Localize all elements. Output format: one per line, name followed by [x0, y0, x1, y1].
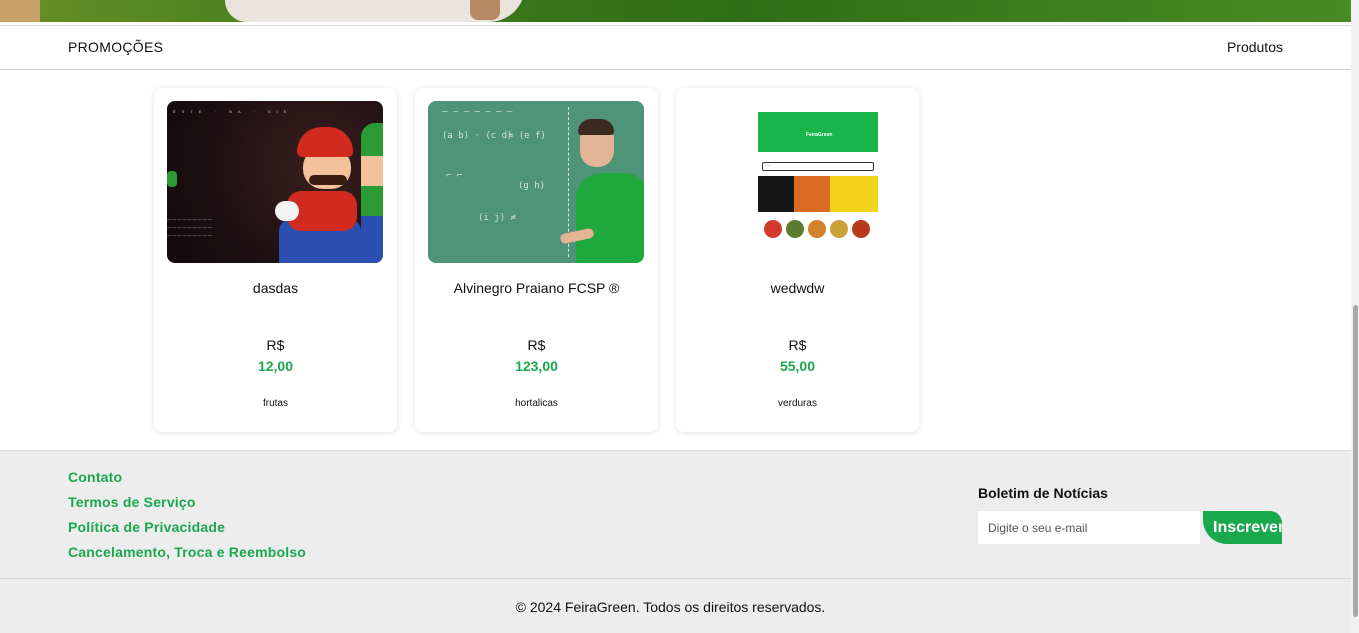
products-link[interactable]: Produtos — [1227, 39, 1283, 55]
product-name: dasdas — [252, 280, 299, 296]
category-header: PROMOÇÕES Produtos — [0, 25, 1351, 70]
product-image[interactable]: ESTE · NA · SIE — — — — — — — — — — — — —… — [167, 101, 383, 263]
product-category: verduras — [778, 398, 817, 409]
product-name: wedwdw — [770, 280, 825, 296]
product-category: frutas — [262, 398, 288, 409]
page: PROMOÇÕES Produtos ESTE · NA · SIE — — —… — [0, 0, 1359, 633]
footer-link-contact[interactable]: Contato — [68, 469, 306, 494]
page-scrollbar[interactable] — [1351, 0, 1359, 633]
newsletter-title: Boletim de Notícias — [978, 485, 1108, 501]
scrollbar-thumb[interactable] — [1353, 305, 1358, 617]
product-price: 123,00 — [515, 358, 558, 374]
product-name: Alvinegro Praiano FCSP ® — [453, 280, 620, 296]
footer-link-privacy[interactable]: Política de Privacidade — [68, 519, 306, 544]
promotions-label: PROMOÇÕES — [68, 39, 164, 55]
newsletter-email-input[interactable] — [978, 511, 1200, 544]
footer-divider — [0, 578, 1351, 579]
footer: Contato Termos de Serviço Política de Pr… — [0, 450, 1351, 633]
product-card[interactable]: — — — — — — — (a b) · (c d) = (e f) ⌐ ⌐ … — [415, 88, 658, 432]
footer-link-refund[interactable]: Cancelamento, Troca e Reembolso — [68, 544, 306, 569]
product-currency: R$ — [266, 337, 285, 353]
product-card[interactable]: ESTE · NA · SIE — — — — — — — — — — — — —… — [154, 88, 397, 432]
product-image[interactable]: FeiraGreen —— — [689, 101, 905, 263]
product-price: 55,00 — [779, 358, 816, 374]
footer-link-terms[interactable]: Termos de Serviço — [68, 494, 306, 519]
hero-banner-image — [0, 0, 1351, 22]
product-price: 12,00 — [257, 358, 294, 374]
newsletter-subscribe-button[interactable]: Inscrever — [1203, 511, 1282, 544]
product-category: hortalicas — [515, 398, 558, 409]
footer-links: Contato Termos de Serviço Política de Pr… — [68, 469, 306, 569]
product-card[interactable]: FeiraGreen —— wedwdw R$ 55,00 verduras — [676, 88, 919, 432]
product-currency: R$ — [527, 337, 546, 353]
product-currency: R$ — [788, 337, 807, 353]
product-image[interactable]: — — — — — — — (a b) · (c d) = (e f) ⌐ ⌐ … — [428, 101, 644, 263]
copyright-text: © 2024 FeiraGreen. Todos os direitos res… — [515, 599, 826, 615]
